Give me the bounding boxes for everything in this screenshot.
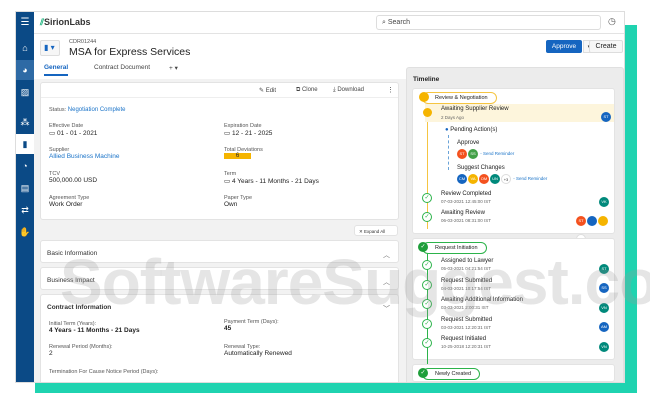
download-button[interactable]: ⤓ Download <box>333 87 364 94</box>
contract-icon[interactable]: ▮ <box>16 134 34 154</box>
timeline-item-title: Awaiting Review <box>441 210 485 216</box>
payment-term-label: Payment Term (Days): <box>224 319 279 325</box>
gauge-icon[interactable]: ◔ <box>16 156 34 176</box>
timeline-item-title: Awaiting Supplier Review <box>441 106 509 112</box>
logo: ⫽SirionLabs <box>40 17 91 27</box>
timeline-item-time: 06-03-2021 08:31:00 IST <box>441 218 492 223</box>
check-icon: ✓ <box>422 318 432 329</box>
home-icon[interactable]: ⌂ <box>16 38 34 58</box>
termination-label: Termination For Cause Notice Period (Day… <box>49 369 159 375</box>
renewal-period: 2 <box>49 350 53 357</box>
decorative-teal-bar <box>625 25 637 393</box>
card-toolbar: ✎ Edit ⧉ Clone ⤓ Download ⋮ <box>41 83 398 98</box>
decorative-teal-band <box>35 383 637 393</box>
check-icon: ✓ <box>422 212 432 222</box>
stage-review-negotiation: Review & Negotiation Awaiting Supplier R… <box>412 88 615 244</box>
tab-contract-document[interactable]: Contract Document <box>94 64 150 71</box>
timeline-item-time: 07-03-2021 12:45:00 IST <box>441 199 492 204</box>
more-options-icon[interactable]: ⋮ <box>387 86 394 94</box>
timeline-item-title: Review Completed <box>441 191 492 197</box>
tab-general[interactable]: General <box>44 64 69 76</box>
send-reminder-link[interactable]: - Send Reminder <box>480 151 514 156</box>
term-value: ▭ 4 Years - 11 Months - 21 Days <box>224 178 319 185</box>
avatar: ST <box>457 149 467 159</box>
summary-card: ✎ Edit ⧉ Clone ⤓ Download ⋮ Status: Nego… <box>40 82 399 220</box>
in-progress-icon <box>423 108 432 117</box>
timeline-item-time: 03-03-2021 12:20:31 IST <box>441 324 492 330</box>
pending-actions: ● Pending Action(s) <box>445 127 498 133</box>
check-icon: ✓ <box>422 193 432 203</box>
watermark: SoftwareSuggest.com <box>60 246 650 318</box>
org-icon[interactable]: ⁂ <box>16 112 34 132</box>
expand-all-button[interactable]: ✕ Expand All <box>354 225 398 236</box>
pie-chart-icon[interactable]: ◕ <box>16 60 34 80</box>
status-value: Negotiation Complete <box>67 107 126 113</box>
payment-term: 45 <box>224 325 232 332</box>
paper-type: Own <box>224 201 238 208</box>
avatar: VN <box>599 341 609 352</box>
timeline-panel: Timeline Review & Negotiation Awaiting S… <box>406 67 624 382</box>
document-type-icon[interactable]: ▮ ▾ <box>40 40 60 56</box>
avatar: SS <box>468 149 478 159</box>
app-window: ☰ ⌂ ◕ ▨ ⁂ ▮ ◔ ▤ ⇄ ✋ ⫽SirionLabs ⌕ Search… <box>15 11 625 383</box>
avatar: VK <box>599 196 609 207</box>
status-row: Status: Negotiation Complete <box>49 107 126 113</box>
history-icon[interactable]: ◷ <box>608 16 616 27</box>
more-avatars[interactable]: +3 <box>501 174 511 184</box>
clone-button[interactable]: ⧉ Clone <box>296 87 318 94</box>
avatar: ST <box>576 215 586 226</box>
avatar: AM <box>599 322 609 333</box>
stage-pill: Review & Negotiation <box>422 92 497 104</box>
timeline-item-title: Request Initiated <box>441 336 487 342</box>
check-icon: ✓ <box>422 338 432 348</box>
book-icon[interactable]: ▤ <box>16 178 34 198</box>
timeline-title: Timeline <box>413 76 440 83</box>
transfer-icon[interactable]: ⇄ <box>16 200 34 220</box>
edit-button[interactable]: ✎ Edit <box>259 87 276 94</box>
timeline-item-time: 2 Days Ago <box>441 115 465 120</box>
stage-pill: Newly Created <box>422 368 481 380</box>
stage-newly-created: Newly Created ✓ <box>412 364 615 382</box>
menu-icon[interactable]: ☰ <box>16 12 34 34</box>
suggest-group-label: Suggest Changes <box>457 165 505 171</box>
avatar: OM <box>479 174 489 184</box>
analytics-icon[interactable]: ▨ <box>16 82 34 102</box>
expiration-date: ▭ 12 - 21 - 2025 <box>224 130 273 137</box>
search-input[interactable]: ⌕ Search <box>376 15 601 30</box>
sidebar: ☰ ⌂ ◕ ▨ ⁂ ▮ ◔ ▤ ⇄ ✋ <box>16 12 34 382</box>
renewal-type: Automatically Renewed <box>224 350 292 357</box>
agreement-type: Work Order <box>49 201 83 208</box>
page-title: MSA for Express Services <box>69 46 191 58</box>
send-reminder-link[interactable]: - Send Reminder <box>513 176 547 181</box>
deviations-label: Total Deviations <box>224 147 263 153</box>
approve-group-label: Approve <box>457 140 480 146</box>
avatar: CM <box>457 174 467 184</box>
avatar: ST <box>601 111 611 122</box>
supplier-link[interactable]: Allied Business Machine <box>49 153 119 160</box>
tcv-value: 500,000.00 USD <box>49 177 98 184</box>
create-button[interactable]: Create <box>589 40 623 53</box>
renewal-period-label: Renewal Period (Months): <box>49 344 113 350</box>
avatar: UN <box>490 174 500 184</box>
handshake-icon[interactable]: ✋ <box>16 222 34 242</box>
approve-button[interactable]: Approve <box>546 40 582 53</box>
initial-term: 4 Years - 11 Months - 21 Days <box>49 327 140 334</box>
top-bar: ⫽SirionLabs ⌕ Search ◷ ◎ <box>34 12 624 34</box>
contract-code: CDR01244 <box>69 39 97 45</box>
effective-date: ▭ 01 - 01 - 2021 <box>49 130 98 137</box>
timeline-item-time: 10-25-2018 12:20:31 IST <box>441 344 492 349</box>
add-tab-button[interactable]: + ▾ <box>169 64 178 72</box>
deviations-badge[interactable]: 6 <box>224 153 251 159</box>
avatar: VA <box>468 174 478 184</box>
